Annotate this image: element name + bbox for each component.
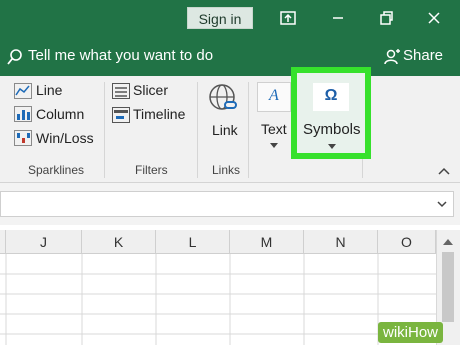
group-divider <box>104 82 105 178</box>
expand-formula-icon[interactable] <box>437 201 447 208</box>
column-header-n[interactable]: N <box>304 230 378 254</box>
share-button[interactable]: Share <box>403 47 443 64</box>
timeline-icon <box>112 107 130 123</box>
tell-me-bar: Tell me what you want to do Share <box>0 36 460 76</box>
person-share-icon[interactable] <box>383 48 401 66</box>
tell-me-input[interactable]: Tell me what you want to do <box>28 47 213 64</box>
timeline-button[interactable]: Timeline <box>133 106 185 122</box>
group-divider <box>197 82 198 178</box>
watermark: wikiHow <box>378 322 444 343</box>
collapse-ribbon-icon[interactable] <box>438 167 450 175</box>
omega-icon: Ω <box>324 87 338 104</box>
ribbon-display-icon[interactable] <box>278 8 298 28</box>
column-header-l[interactable]: L <box>156 230 230 254</box>
scroll-up-icon[interactable] <box>443 238 453 245</box>
links-group-label: Links <box>212 163 241 177</box>
sparkline-winloss-icon <box>14 130 32 146</box>
minimize-icon[interactable] <box>328 8 348 28</box>
column-header-k[interactable]: K <box>82 230 156 254</box>
slicer-button[interactable]: Slicer <box>133 82 168 98</box>
worksheet-grid[interactable]: J K L M N O <box>0 230 436 345</box>
filters-group-label: Filters <box>135 163 168 177</box>
sparkline-column-icon <box>14 106 32 122</box>
link-globe-icon <box>209 84 237 110</box>
ribbon: Line Column Win/Loss Sparklines Slicer T… <box>0 76 460 183</box>
cell-grid-lines <box>0 254 436 345</box>
sign-in-button[interactable]: Sign in <box>187 7 253 29</box>
symbols-button[interactable]: Symbols <box>303 121 361 138</box>
sparkline-line-icon <box>14 83 32 99</box>
text-a-glyph: A <box>269 87 279 104</box>
column-header-o[interactable]: O <box>378 230 436 254</box>
sparkline-winloss-button[interactable]: Win/Loss <box>36 130 94 146</box>
group-divider <box>248 82 249 178</box>
sparklines-group-label: Sparklines <box>28 163 85 177</box>
symbols-dropdown-icon[interactable] <box>328 144 336 150</box>
column-header-m[interactable]: M <box>230 230 304 254</box>
text-button[interactable]: Text <box>261 121 287 137</box>
sparkline-column-button[interactable]: Column <box>36 106 84 122</box>
restore-icon[interactable] <box>376 8 396 28</box>
slicer-icon <box>112 83 130 99</box>
column-header-j[interactable]: J <box>6 230 82 254</box>
lightbulb-search-icon <box>7 49 22 65</box>
sparkline-line-button[interactable]: Line <box>36 82 62 98</box>
symbols-button-highlight[interactable]: Ω Symbols <box>291 67 371 159</box>
symbols-icon-box: Ω <box>313 83 349 111</box>
text-dropdown-icon[interactable] <box>270 143 278 149</box>
formula-input[interactable] <box>0 191 454 217</box>
title-bar: Sign in <box>0 0 460 36</box>
close-icon[interactable] <box>424 8 444 28</box>
link-button[interactable]: Link <box>212 122 238 138</box>
scrollbar-thumb[interactable] <box>442 252 454 322</box>
text-box-icon: A <box>257 82 291 112</box>
